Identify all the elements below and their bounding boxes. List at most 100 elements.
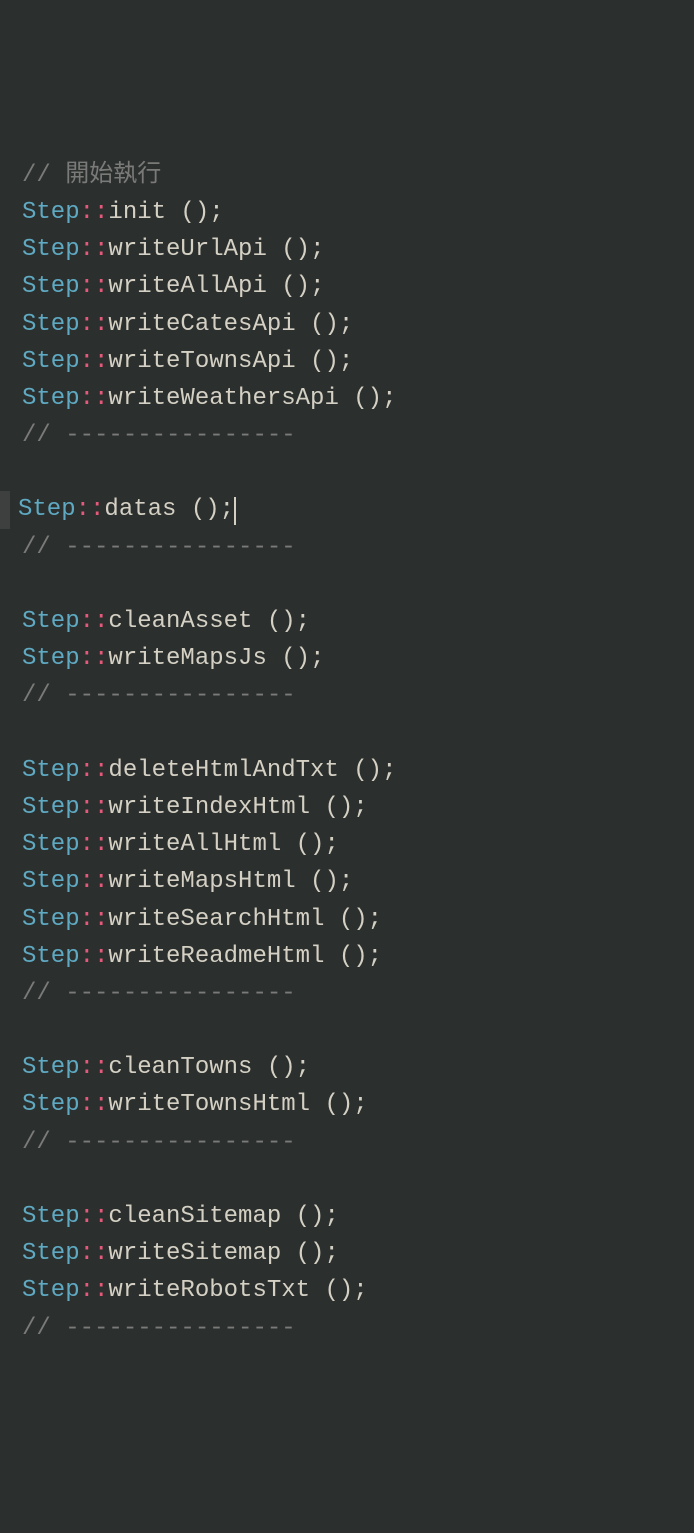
code-content: Step::deleteHtmlAndTxt (); [22,752,396,789]
parentheses: (); [310,1091,368,1118]
code-content [22,566,36,603]
code-content: // ---------------- [22,975,296,1012]
code-line[interactable] [18,454,676,491]
comment-text: // ---------------- [22,534,296,561]
scope-operator: :: [80,757,109,784]
code-line[interactable]: Step::writeUrlApi (); [18,231,676,268]
code-line[interactable]: Step::cleanSitemap (); [18,1198,676,1235]
scope-operator: :: [80,645,109,672]
class-name: Step [22,906,80,933]
code-content: // 開始執行 [22,157,161,194]
scope-operator: :: [80,1240,109,1267]
text-cursor [234,497,236,526]
code-line[interactable]: Step::writeSearchHtml (); [18,901,676,938]
code-line[interactable]: // ---------------- [18,1124,676,1161]
parentheses: (); [281,1240,339,1267]
code-editor[interactable]: // 開始執行Step::init ();Step::writeUrlApi (… [18,157,676,1347]
code-line[interactable]: Step::writeAllApi (); [18,268,676,305]
code-line[interactable]: // ---------------- [18,529,676,566]
code-line[interactable]: Step::deleteHtmlAndTxt (); [18,752,676,789]
code-line[interactable]: Step::cleanTowns (); [18,1049,676,1086]
code-line[interactable]: Step::writeWeathersApi (); [18,380,676,417]
parentheses: (); [339,757,397,784]
method-name: writeTownsApi [108,348,295,375]
code-line[interactable]: Step::writeMapsHtml (); [18,863,676,900]
code-content: Step::writeSearchHtml (); [22,901,382,938]
class-name: Step [22,1277,80,1304]
code-line[interactable]: Step::cleanAsset (); [18,603,676,640]
code-line[interactable]: // ---------------- [18,975,676,1012]
code-content: Step::writeRobotsTxt (); [22,1272,368,1309]
method-name: writeIndexHtml [108,794,310,821]
class-name: Step [22,608,80,635]
class-name: Step [22,1054,80,1081]
method-name: init [108,199,166,226]
code-line[interactable] [18,1161,676,1198]
method-name: cleanAsset [108,608,252,635]
class-name: Step [22,1203,80,1230]
parentheses: (); [324,943,382,970]
code-line[interactable]: Step::writeMapsJs (); [18,640,676,677]
code-line[interactable]: // ---------------- [18,677,676,714]
parentheses: (); [310,794,368,821]
scope-operator: :: [80,943,109,970]
scope-operator: :: [80,1091,109,1118]
code-line[interactable]: Step::writeTownsApi (); [18,343,676,380]
code-content: Step::writeAllHtml (); [22,826,339,863]
scope-operator: :: [80,831,109,858]
class-name: Step [22,311,80,338]
code-line[interactable]: Step::writeIndexHtml (); [18,789,676,826]
code-content: Step::writeWeathersApi (); [22,380,396,417]
code-content: // ---------------- [22,1310,296,1347]
code-line[interactable] [18,566,676,603]
code-content: Step::cleanAsset (); [22,603,310,640]
scope-operator: :: [80,311,109,338]
code-line[interactable] [18,1012,676,1049]
method-name: writeMapsJs [108,645,266,672]
code-content: Step::writeUrlApi (); [22,231,324,268]
method-name: writeMapsHtml [108,868,295,895]
code-line[interactable]: Step::datas (); [18,491,676,528]
parentheses: (); [310,1277,368,1304]
scope-operator: :: [80,608,109,635]
parentheses: (); [176,496,234,523]
code-line[interactable]: // 開始執行 [18,157,676,194]
code-line[interactable]: Step::writeSitemap (); [18,1235,676,1272]
code-line[interactable]: // ---------------- [18,417,676,454]
code-line[interactable]: Step::init (); [18,194,676,231]
code-content [22,454,36,491]
code-content: // ---------------- [22,677,296,714]
code-line[interactable]: Step::writeAllHtml (); [18,826,676,863]
code-content: Step::init (); [22,194,224,231]
scope-operator: :: [80,348,109,375]
code-line[interactable]: // ---------------- [18,1310,676,1347]
code-line[interactable] [18,715,676,752]
code-line[interactable]: Step::writeTownsHtml (); [18,1086,676,1123]
code-content: Step::writeMapsHtml (); [22,863,353,900]
method-name: writeCatesApi [108,311,295,338]
gutter [0,491,10,528]
scope-operator: :: [80,199,109,226]
class-name: Step [22,794,80,821]
method-name: writeUrlApi [108,236,266,263]
parentheses: (); [281,831,339,858]
method-name: writeSearchHtml [108,906,324,933]
code-line[interactable]: Step::writeCatesApi (); [18,306,676,343]
class-name: Step [22,868,80,895]
comment-text: // ---------------- [22,1129,296,1156]
code-line[interactable]: Step::writeRobotsTxt (); [18,1272,676,1309]
class-name: Step [22,645,80,672]
code-content: Step::cleanSitemap (); [22,1198,339,1235]
class-name: Step [22,236,80,263]
method-name: datas [104,496,176,523]
class-name: Step [18,496,76,523]
scope-operator: :: [80,273,109,300]
parentheses: (); [281,1203,339,1230]
code-line[interactable]: Step::writeReadmeHtml (); [18,938,676,975]
parentheses: (); [267,645,325,672]
class-name: Step [22,385,80,412]
parentheses: (); [296,311,354,338]
class-name: Step [22,348,80,375]
parentheses: (); [267,273,325,300]
scope-operator: :: [80,236,109,263]
